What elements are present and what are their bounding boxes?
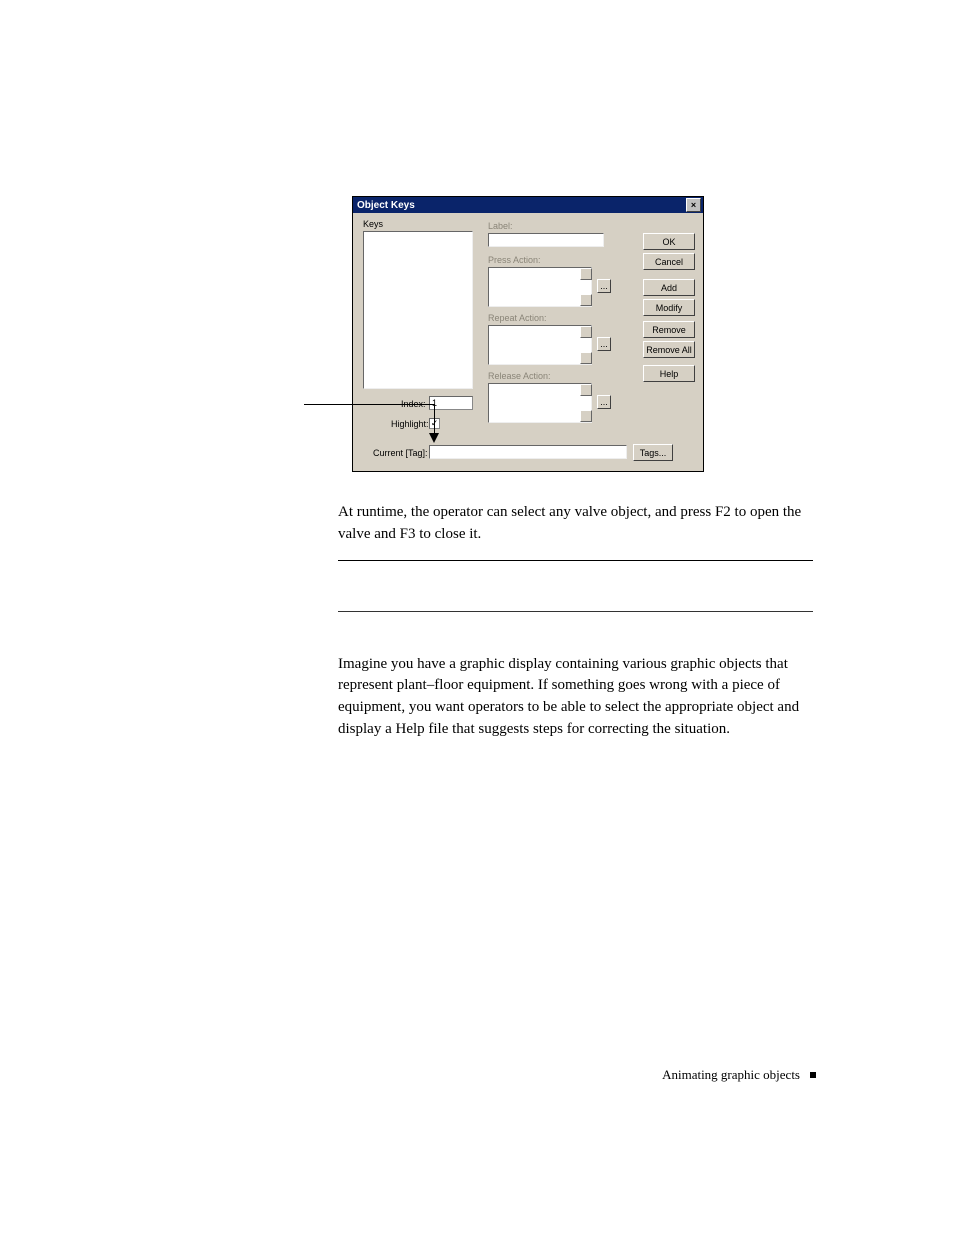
page-footer: Animating graphic objects	[662, 1067, 816, 1083]
remove-all-button[interactable]: Remove All	[643, 341, 695, 358]
cancel-button[interactable]: Cancel	[643, 253, 695, 270]
press-scroll-down-icon[interactable]	[580, 294, 592, 306]
ellipsis-icon: ...	[600, 281, 608, 291]
callout-line-vertical	[434, 404, 435, 434]
repeat-action-textarea[interactable]	[488, 325, 592, 365]
press-action-textarea[interactable]	[488, 267, 592, 307]
ellipsis-icon: ...	[600, 339, 608, 349]
ok-button-label: OK	[662, 237, 675, 247]
remove-button-label: Remove	[652, 325, 686, 335]
divider	[338, 560, 813, 561]
release-scroll-up-icon[interactable]	[580, 384, 592, 396]
object-keys-dialog: Object Keys × Keys Label: Press Action: …	[352, 196, 704, 472]
press-action-ellipsis-button[interactable]: ...	[597, 279, 611, 293]
remove-button[interactable]: Remove	[643, 321, 695, 338]
callout-arrow-icon	[429, 433, 439, 443]
ok-button[interactable]: OK	[643, 233, 695, 250]
index-input[interactable]: 1	[429, 396, 473, 410]
add-button[interactable]: Add	[643, 279, 695, 296]
current-tag-label: Current [Tag]:	[373, 448, 428, 458]
footer-text: Animating graphic objects	[662, 1067, 800, 1083]
tags-button-label: Tags...	[640, 448, 667, 458]
dialog-screenshot: Object Keys × Keys Label: Press Action: …	[352, 196, 704, 472]
press-action-label: Press Action:	[488, 255, 541, 265]
repeat-scroll-down-icon[interactable]	[580, 352, 592, 364]
cancel-button-label: Cancel	[655, 257, 683, 267]
tags-button[interactable]: Tags...	[633, 444, 673, 461]
release-action-textarea[interactable]	[488, 383, 592, 423]
paragraph-usecase: Imagine you have a graphic display conta…	[338, 654, 813, 741]
dialog-titlebar: Object Keys ×	[353, 197, 703, 213]
highlight-label: Highlight:	[391, 419, 429, 429]
repeat-action-label: Repeat Action:	[488, 313, 547, 323]
dialog-title: Object Keys	[357, 200, 415, 211]
dialog-body: Keys Label: Press Action: ... Repeat Act…	[353, 213, 703, 471]
remove-all-button-label: Remove All	[646, 345, 692, 355]
close-icon[interactable]: ×	[686, 198, 701, 212]
content-column: At runtime, the operator can select any …	[338, 502, 813, 741]
label-input[interactable]	[488, 233, 604, 247]
footer-bullet-icon	[810, 1072, 816, 1078]
divider	[338, 611, 813, 612]
paragraph-runtime: At runtime, the operator can select any …	[338, 502, 813, 546]
ellipsis-icon: ...	[600, 397, 608, 407]
keys-label: Keys	[363, 219, 383, 229]
callout-line	[304, 404, 434, 405]
modify-button-label: Modify	[656, 303, 683, 313]
repeat-scroll-up-icon[interactable]	[580, 326, 592, 338]
release-action-label: Release Action:	[488, 371, 551, 381]
keys-listbox[interactable]	[363, 231, 473, 389]
modify-button[interactable]: Modify	[643, 299, 695, 316]
label-field-label: Label:	[488, 221, 513, 231]
release-action-ellipsis-button[interactable]: ...	[597, 395, 611, 409]
repeat-action-ellipsis-button[interactable]: ...	[597, 337, 611, 351]
add-button-label: Add	[661, 283, 677, 293]
press-scroll-up-icon[interactable]	[580, 268, 592, 280]
release-scroll-down-icon[interactable]	[580, 410, 592, 422]
help-button-label: Help	[660, 369, 679, 379]
page: Object Keys × Keys Label: Press Action: …	[0, 0, 954, 1235]
help-button[interactable]: Help	[643, 365, 695, 382]
current-tag-input[interactable]	[429, 445, 627, 459]
